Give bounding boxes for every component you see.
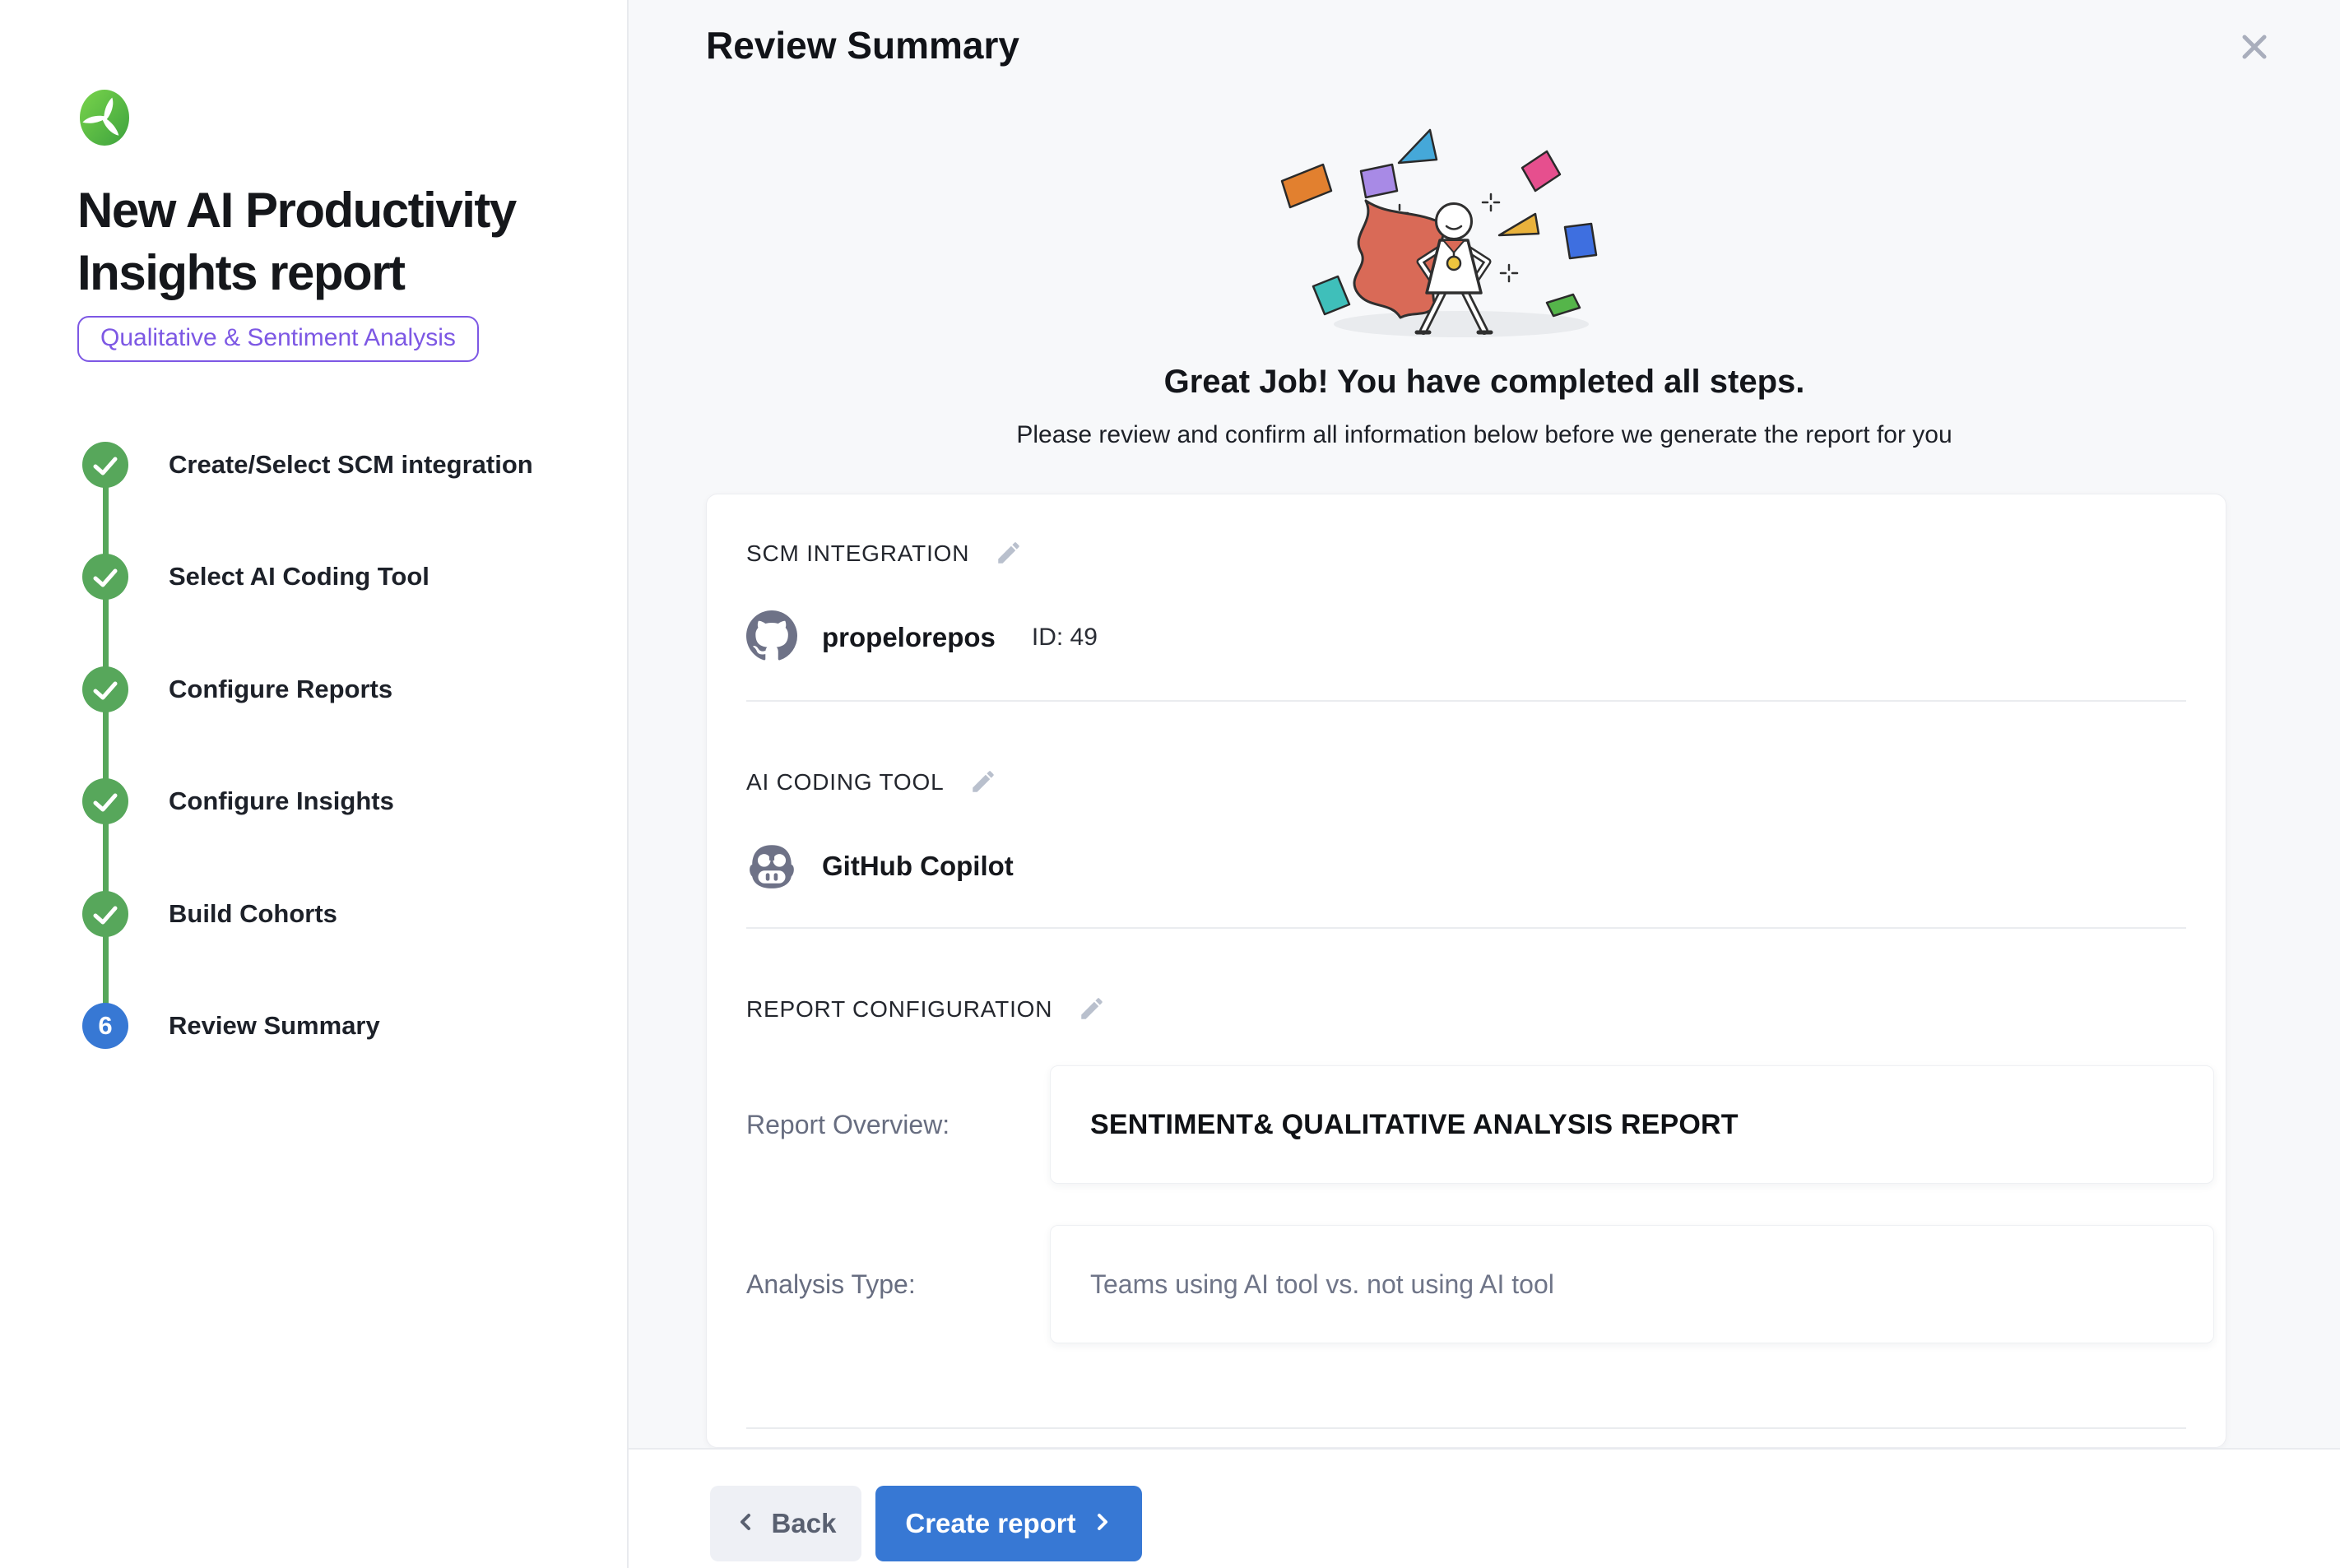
edit-pencil-icon[interactable]: [994, 539, 1024, 568]
edit-pencil-icon[interactable]: [968, 768, 998, 797]
create-report-button-label: Create report: [905, 1508, 1075, 1539]
step-configure-insights[interactable]: Configure Insights: [82, 778, 394, 824]
review-summary-panel: Review Summary: [629, 0, 2340, 1568]
check-icon: [82, 554, 128, 600]
report-overview-value: SENTIMENT& QUALITATIVE ANALYSIS REPORT: [1050, 1065, 2214, 1184]
congrats-subheading: Please review and confirm all informatio…: [629, 421, 2340, 449]
congrats-heading: Great Job! You have completed all steps.: [629, 364, 2340, 401]
check-icon: [82, 891, 128, 937]
step-review-summary[interactable]: 6 Review Summary: [82, 1003, 380, 1049]
step-label: Create/Select SCM integration: [169, 450, 533, 480]
step-configure-reports[interactable]: Configure Reports: [82, 666, 392, 712]
report-configuration-section-header: REPORT CONFIGURATION: [746, 995, 1107, 1024]
step-select-ai-tool[interactable]: Select AI Coding Tool: [82, 554, 429, 600]
wizard-title: New AI Productivity Insights report: [77, 179, 555, 304]
propeller-logo-icon: [79, 89, 130, 151]
scm-integration-section-header: SCM INTEGRATION: [746, 539, 1024, 568]
report-overview-label: Report Overview:: [746, 1065, 949, 1184]
chevron-right-icon: [1091, 1508, 1112, 1539]
step-build-cohorts[interactable]: Build Cohorts: [82, 891, 337, 937]
step-label: Build Cohorts: [169, 899, 337, 929]
back-button-label: Back: [772, 1508, 837, 1539]
step-create-select-scm[interactable]: Create/Select SCM integration: [82, 442, 533, 488]
copilot-icon: [746, 839, 797, 894]
github-icon: [746, 610, 797, 666]
analysis-type-value: Teams using AI tool vs. not using AI too…: [1050, 1225, 2214, 1343]
scm-integration-name: propelorepos: [822, 622, 996, 653]
edit-pencil-icon[interactable]: [1077, 995, 1107, 1024]
scm-integration-item: propelorepos ID: 49: [746, 611, 1098, 664]
step-label: Select AI Coding Tool: [169, 562, 429, 591]
ai-coding-tool-label: AI CODING TOOL: [746, 769, 944, 796]
back-button[interactable]: Back: [710, 1486, 861, 1561]
analysis-type-row: Analysis Type: Teams using AI tool vs. n…: [707, 1225, 2226, 1343]
section-divider: [746, 700, 2186, 702]
step-label: Review Summary: [169, 1011, 380, 1041]
analysis-type-badge: Qualitative & Sentiment Analysis: [77, 316, 479, 362]
summary-card: SCM INTEGRATION propelorepos ID: 49 AI C…: [706, 494, 2226, 1448]
close-icon[interactable]: [2235, 28, 2274, 67]
analysis-type-label: Analysis Type:: [746, 1225, 916, 1343]
check-icon: [82, 442, 128, 488]
check-icon: [82, 778, 128, 824]
step-label: Configure Insights: [169, 786, 394, 816]
section-divider: [746, 927, 2186, 929]
page-title: Review Summary: [706, 23, 1019, 67]
check-icon: [82, 666, 128, 712]
wizard-sidebar: New AI Productivity Insights report Qual…: [0, 0, 629, 1568]
section-divider: [746, 1427, 2186, 1429]
report-configuration-label: REPORT CONFIGURATION: [746, 996, 1052, 1023]
create-report-button[interactable]: Create report: [875, 1486, 1142, 1561]
ai-coding-tool-item: GitHub Copilot: [746, 840, 1014, 893]
ai-coding-tool-section-header: AI CODING TOOL: [746, 768, 998, 797]
chevron-left-icon: [736, 1508, 757, 1539]
report-overview-row: Report Overview: SENTIMENT& QUALITATIVE …: [707, 1065, 2226, 1184]
scm-integration-label: SCM INTEGRATION: [746, 540, 969, 567]
wizard-footer: Back Create report: [629, 1448, 2340, 1568]
ai-coding-tool-name: GitHub Copilot: [822, 851, 1014, 882]
step-label: Configure Reports: [169, 675, 392, 704]
step-number-badge: 6: [82, 1003, 128, 1049]
stepper-connector: [103, 465, 109, 1026]
scm-integration-id: ID: 49: [1032, 624, 1098, 652]
superhero-confetti-illustration: [1246, 117, 1723, 360]
